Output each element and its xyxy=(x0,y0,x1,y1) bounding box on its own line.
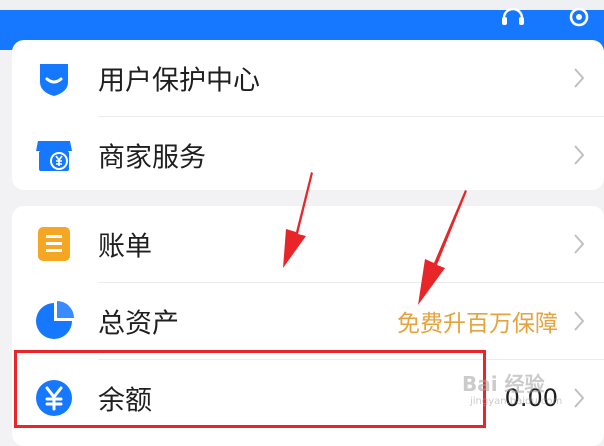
menu-item-merchant-services[interactable]: 商家服务 xyxy=(12,117,604,190)
chevron-right-icon xyxy=(574,68,585,88)
watermark-text: Bai 经验 xyxy=(462,372,545,396)
chevron-right-icon xyxy=(574,145,585,165)
menu-item-user-protection[interactable]: 用户保护中心 xyxy=(12,40,604,116)
menu-item-bill[interactable]: 账单 xyxy=(12,206,604,282)
bill-icon xyxy=(38,227,70,261)
promo-text: 免费升百万保障 xyxy=(397,311,558,337)
menu-item-total-assets[interactable]: 总资产 免费升百万保障 xyxy=(12,283,604,359)
store-icon xyxy=(36,141,72,171)
settings-icon[interactable] xyxy=(566,4,592,30)
menu-item-label: 用户保护中心 xyxy=(98,65,260,97)
pie-chart-icon xyxy=(36,301,74,339)
yuan-icon xyxy=(36,380,72,416)
finance-menu-card: 账单 总资产 免费升百万保障 余额 0.00 xyxy=(12,206,604,446)
service-menu-card: 用户保护中心 商家服务 xyxy=(12,40,604,190)
menu-item-label: 余额 xyxy=(98,385,152,417)
menu-item-label: 商家服务 xyxy=(98,142,206,174)
chevron-right-icon xyxy=(574,311,585,331)
watermark-subtext: jingyan.baidu.com xyxy=(470,396,563,407)
shield-icon xyxy=(40,64,68,96)
menu-item-label: 账单 xyxy=(98,231,152,263)
chevron-right-icon xyxy=(574,388,585,408)
menu-item-label: 总资产 xyxy=(98,308,179,340)
chevron-right-icon xyxy=(574,234,585,254)
customer-service-icon[interactable] xyxy=(500,4,526,30)
